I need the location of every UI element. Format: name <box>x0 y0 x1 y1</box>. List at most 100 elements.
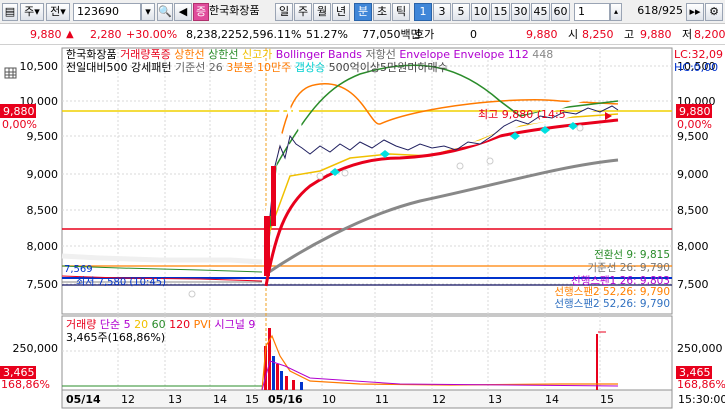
price-tick: 8,000 <box>27 240 59 253</box>
menu-icon[interactable]: ▤ <box>2 3 18 21</box>
high-label: 고 <box>624 28 635 41</box>
period-month-button[interactable]: 월 <box>313 3 331 21</box>
up-arrow-icon: ▲ <box>66 29 74 40</box>
legend-item[interactable]: Envelope <box>399 48 453 61</box>
legend-item[interactable]: Envelope 112 <box>454 48 533 61</box>
minute-60-button[interactable]: 60 <box>551 3 570 21</box>
minute-1-button[interactable]: 1 <box>414 3 432 21</box>
settings-icon[interactable]: ⚙ <box>705 3 723 21</box>
count-spinner-icon[interactable]: ▴ <box>610 3 622 21</box>
page-info: 618/925 <box>637 4 683 17</box>
minute-10-button[interactable]: 10 <box>471 3 490 21</box>
svg-text:전일대비500 강세패턴 기준선 26 3분봉 10만주: 전일대비500 강세패턴 기준선 26 3분봉 10만주 갭상승 500억이상5… <box>66 60 448 74</box>
stock-name: 한국화장품 <box>209 4 260 17</box>
time-label: 15 <box>245 393 259 406</box>
legend-item[interactable]: 갭상승 <box>295 61 329 74</box>
period-tick-button[interactable]: 틱 <box>392 3 410 21</box>
count-input[interactable]: 1 <box>574 3 610 21</box>
volume-legend-item[interactable]: PVI <box>194 318 215 331</box>
current-pct-left: 0,00% <box>2 118 37 131</box>
price-tick: 9,000 <box>27 168 59 181</box>
low-price: 8,200 <box>694 28 725 41</box>
open-label: 시 <box>568 28 579 41</box>
kijun-label: 기준선 26: 9,790 <box>587 262 670 274</box>
legend-item[interactable]: 신고가 <box>242 48 276 61</box>
volume-legend-item[interactable]: 20 <box>134 318 152 331</box>
price-change: 2,280 <box>90 28 122 41</box>
stock-chart[interactable]: 10,500 10,000 9,500 9,000 8,500 8,000 7,… <box>0 46 725 410</box>
legend-item[interactable]: 3분봉 10만주 <box>226 61 294 74</box>
legend-item[interactable]: 한국화장품 <box>66 48 120 61</box>
volume-legend-item[interactable]: 단순 5 <box>100 318 134 331</box>
legend-item[interactable]: Bollinger Bands <box>276 48 366 61</box>
time-axis-end: 15:30:00 <box>678 393 725 406</box>
time-label: 13 <box>488 393 502 406</box>
code-dropdown-icon[interactable]: ▾ <box>141 3 155 21</box>
svg-text:거래량 단순 5 20 60 120 PVI 시: 거래량 단순 5 20 60 120 PVI 시그널 9 <box>66 318 255 331</box>
current-volume-pct-right: 168,86% <box>677 378 725 391</box>
time-label: 14 <box>213 393 227 406</box>
price-tick: 8,500 <box>27 204 59 217</box>
volume-ratio: 2,596.11% <box>242 28 302 41</box>
time-axis-bar <box>61 389 673 409</box>
chart-area[interactable]: 10,500 10,000 9,500 9,000 8,500 8,000 7,… <box>0 46 725 410</box>
minute-3-button[interactable]: 3 <box>433 3 451 21</box>
spike-candle <box>264 216 270 276</box>
volume-value: 8,238,225 <box>186 28 242 41</box>
legend-item[interactable]: 448 <box>532 48 553 61</box>
count-value: 1 <box>578 5 585 18</box>
legend-item[interactable]: 500억이상5만원미하매수 <box>329 60 448 74</box>
current-price-tag-left-label: 9,880 <box>3 105 35 118</box>
time-label: 15 <box>600 393 614 406</box>
time-label: 10 <box>322 393 336 406</box>
open-price: 8,250 <box>582 28 614 41</box>
price-change-pct: +30.00% <box>126 28 178 41</box>
stock-code-value: 123690 <box>77 5 119 18</box>
high-annotation: 최고 9,880 (14:5 <box>478 108 566 121</box>
mode-select[interactable]: 주▾ <box>20 3 44 21</box>
legend-item[interactable]: 기준선 26 <box>175 61 226 74</box>
quote-bar: 9,880 ▲ 2,280 +30.00% 8,238,225 2,596.11… <box>0 25 725 45</box>
hoga-value: 0 <box>470 28 477 41</box>
minute-45-button[interactable]: 45 <box>531 3 550 21</box>
period-minute-button[interactable]: 분 <box>354 3 372 21</box>
legend-item[interactable]: 상한선 <box>208 48 242 61</box>
hoga-label: 호가 <box>414 28 435 41</box>
legend-item[interactable]: 전일대비500 강세패턴 <box>66 60 175 74</box>
grid-icon[interactable] <box>4 67 17 79</box>
period-week-button[interactable]: 주 <box>294 3 312 21</box>
search-icon[interactable]: 🔍 <box>157 3 173 21</box>
time-label: 05/16 <box>268 393 303 406</box>
time-label: 14 <box>545 393 559 406</box>
lc-value: LC:32,09 <box>674 48 723 61</box>
stock-code-input[interactable]: 123690 <box>73 3 141 21</box>
period-day-button[interactable]: 일 <box>275 3 293 21</box>
period-second-button[interactable]: 초 <box>373 3 391 21</box>
volume-legend-item[interactable]: 120 <box>169 318 194 331</box>
minute-30-button[interactable]: 30 <box>511 3 530 21</box>
price-axis-right: 10,500 10,000 9,500 9,000 8,500 8,000 7,… <box>677 60 716 291</box>
mode-select-2[interactable]: 전▾ <box>46 3 70 21</box>
price-tick: 9,500 <box>677 130 709 143</box>
volume-tick-right: 250,000 <box>677 342 723 355</box>
current-volume-pct-left: 168,86% <box>1 378 50 391</box>
low-annotation: 최저 7,580 (10:45) <box>76 276 166 288</box>
tenkan-label: 전환선 9: 9,815 <box>594 249 670 261</box>
time-label: 11 <box>375 393 389 406</box>
minute-5-button[interactable]: 5 <box>452 3 470 21</box>
mode-select-label: 주 <box>24 5 35 18</box>
toolbar: ▤ 주▾ 전▾ 123690 ▾ 🔍 ◀ 증 한국화장품 일 주 월 년 분 초… <box>0 0 725 24</box>
legend-item[interactable]: 저항선 <box>365 48 399 61</box>
volume-legend-item[interactable]: 시그널 9 <box>215 318 256 331</box>
scroll-to-end-icon[interactable]: ▸▸ <box>686 3 704 21</box>
volume-legend-item[interactable]: 60 <box>152 318 170 331</box>
stock-flag-icon[interactable]: 증 <box>193 3 209 21</box>
legend-item[interactable]: 상한선 <box>174 48 208 61</box>
volume-legend-item[interactable]: 거래량 <box>66 318 100 331</box>
period-year-button[interactable]: 년 <box>332 3 350 21</box>
high-price: 9,880 <box>640 28 672 41</box>
price-tick: 10,500 <box>20 60 59 73</box>
legend-item[interactable]: 거래량폭증 <box>120 48 174 61</box>
minute-15-button[interactable]: 15 <box>491 3 510 21</box>
speaker-icon[interactable]: ◀ <box>174 3 192 21</box>
